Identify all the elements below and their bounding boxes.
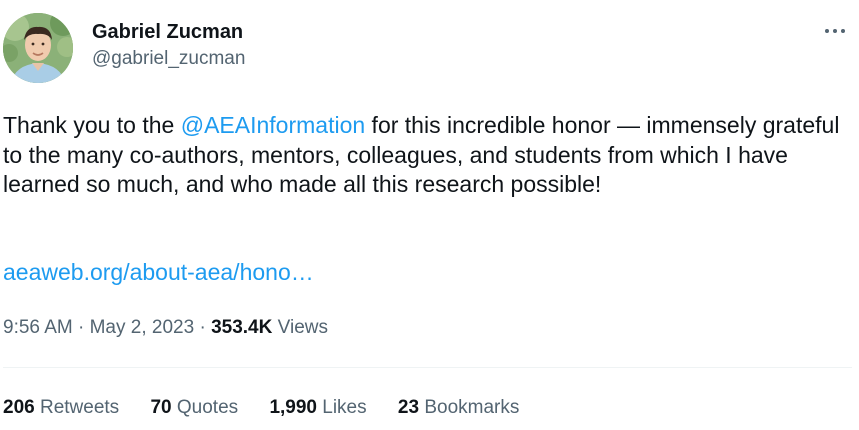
tweet-text: Thank you to the @AEAInformation for thi… — [3, 111, 853, 200]
external-link[interactable]: aeaweb.org/about-aea/hono… — [3, 259, 314, 285]
stat-retweets[interactable]: 206 Retweets — [3, 395, 119, 421]
views-label: Views — [272, 317, 328, 338]
avatar[interactable] — [3, 13, 73, 83]
divider — [3, 367, 852, 368]
likes-label: Likes — [316, 397, 367, 418]
stat-quotes[interactable]: 70 Quotes — [150, 395, 238, 421]
tweet-date[interactable]: May 2, 2023 — [90, 317, 195, 338]
quotes-count: 70 — [150, 397, 172, 418]
author-info: Gabriel Zucman @gabriel_zucman — [92, 20, 245, 71]
likes-count: 1,990 — [269, 397, 317, 418]
tweet: Gabriel Zucman @gabriel_zucman Thank you… — [0, 0, 859, 430]
tweet-link-line: aeaweb.org/about-aea/hono… — [3, 258, 314, 287]
meta-separator: · — [72, 317, 90, 338]
author-handle[interactable]: @gabriel_zucman — [92, 47, 245, 71]
stat-bookmarks[interactable]: 23 Bookmarks — [398, 395, 519, 421]
tweet-meta: 9:56 AM · May 2, 2023 · 353.4K Views — [3, 315, 328, 341]
meta-separator: · — [194, 317, 212, 338]
more-horizontal-icon — [825, 29, 845, 33]
quotes-label: Quotes — [171, 397, 239, 418]
views-count: 353.4K — [211, 317, 273, 338]
avatar-image — [3, 13, 73, 83]
more-options-button[interactable] — [818, 18, 852, 44]
tweet-header: Gabriel Zucman @gabriel_zucman — [0, 12, 859, 84]
engagement-stats: 206 Retweets 70 Quotes 1,990 Likes 23 Bo… — [3, 395, 545, 421]
mention-link[interactable]: @AEAInformation — [181, 112, 365, 138]
author-display-name[interactable]: Gabriel Zucman — [92, 20, 245, 44]
tweet-text-intro: Thank you to the — [3, 112, 181, 138]
retweets-count: 206 — [3, 397, 35, 418]
tweet-time[interactable]: 9:56 AM — [3, 317, 73, 338]
bookmarks-count: 23 — [397, 397, 420, 418]
retweets-label: Retweets — [34, 397, 120, 418]
bookmarks-label: Bookmarks — [419, 397, 520, 418]
stat-likes[interactable]: 1,990 Likes — [269, 395, 366, 421]
